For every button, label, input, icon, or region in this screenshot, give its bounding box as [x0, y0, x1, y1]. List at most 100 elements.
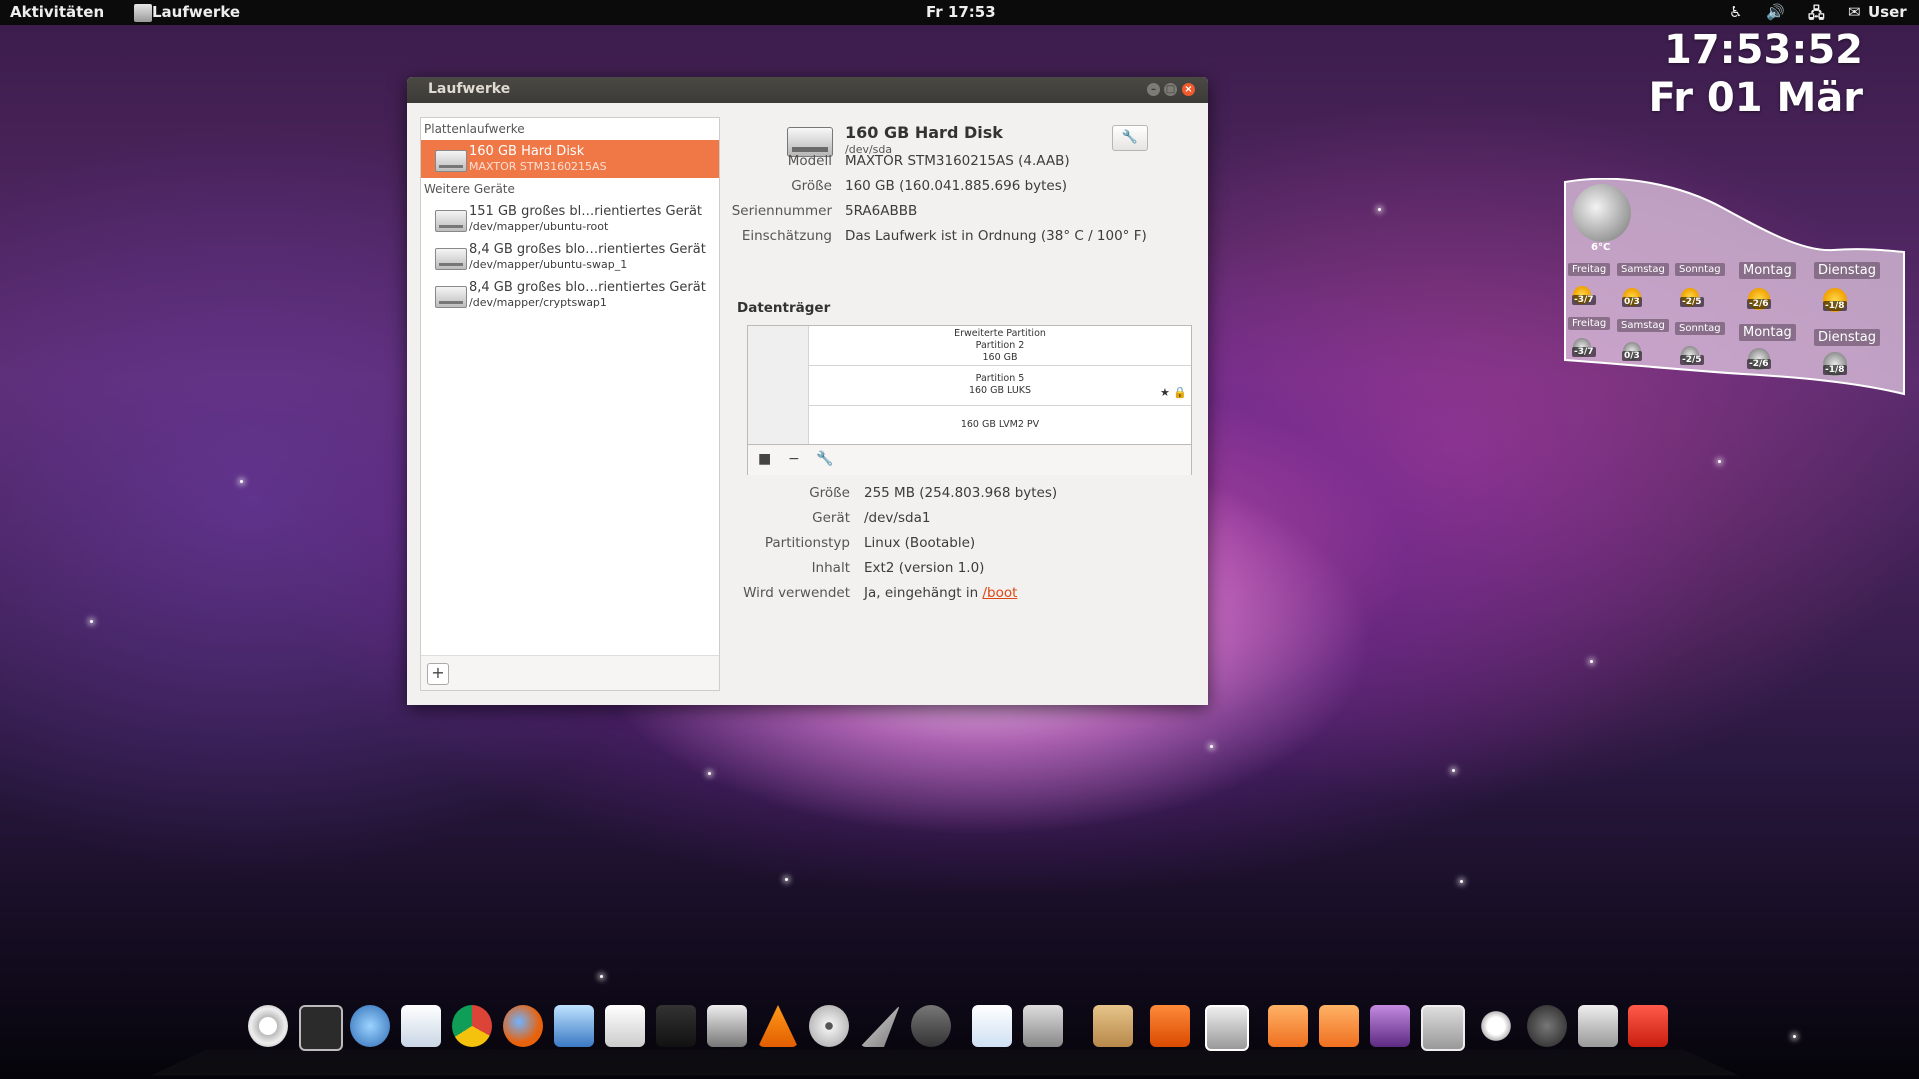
prop-value-serial: 5RA6ABBB [845, 203, 918, 219]
send-icon[interactable] [860, 1005, 900, 1047]
network-icon[interactable]: 🖧 [1808, 3, 1825, 28]
forecast-day: Sonntag [1675, 322, 1725, 335]
window-titlebar[interactable]: Laufwerke – □ × [407, 77, 1208, 103]
software-center-icon[interactable] [1150, 1005, 1190, 1047]
volumes-heading: Datenträger [737, 300, 831, 316]
activities-button[interactable]: Aktivitäten [10, 3, 104, 21]
star [1452, 769, 1455, 772]
drive-list-toolbar: + [421, 655, 719, 690]
app-menu[interactable]: Laufwerke [152, 3, 240, 21]
accessibility-icon[interactable]: ♿ [1729, 3, 1742, 21]
in-use-text: Ja, eingehängt in [864, 585, 983, 601]
disks-app-icon [134, 4, 152, 22]
vlc-icon[interactable] [758, 1005, 798, 1047]
wallpaper-icon[interactable] [1421, 1005, 1465, 1051]
brightness-icon[interactable] [1476, 1005, 1516, 1047]
backup-icon[interactable] [1319, 1005, 1359, 1047]
star [1590, 660, 1593, 663]
drive-settings-button[interactable]: 🔧 [1112, 125, 1148, 151]
partition-extended[interactable]: Erweiterte Partition Partition 2 160 GB [809, 326, 1191, 366]
speaker-icon[interactable] [707, 1005, 747, 1047]
device-name: 8,4 GB großes blo…rientiertes Gerät [469, 280, 706, 295]
forecast-temp: -3/7 [1572, 347, 1596, 357]
prop-value-device: /dev/sda1 [864, 510, 931, 526]
partition-sda1[interactable] [748, 326, 809, 444]
terminal-icon[interactable] [299, 1005, 343, 1051]
forecast-day: Dienstag [1814, 329, 1880, 346]
forecast-temp: -2/5 [1680, 355, 1704, 365]
block-device-icon [435, 210, 467, 232]
harddisk-icon [435, 150, 467, 172]
prop-label-device: Gerät [812, 510, 850, 526]
package-icon[interactable] [1093, 1005, 1133, 1047]
clock-date: Fr 01 Mär [1648, 75, 1863, 121]
thunderbird-icon[interactable] [350, 1005, 390, 1047]
document-icon[interactable] [972, 1005, 1012, 1047]
wrench-icon: 🔧 [1121, 130, 1139, 145]
prop-label-assessment: Einschätzung [741, 228, 832, 244]
device-path: /dev/mapper/ubuntu-swap_1 [469, 258, 628, 271]
wrench-icon[interactable]: 🔧 [816, 451, 833, 467]
trash-icon[interactable] [1578, 1005, 1618, 1047]
weather-widget[interactable]: 6°C Freitag Samstag Sonntag Montag Diens… [1563, 178, 1907, 396]
partition-toolbar: ■ − 🔧 [748, 444, 1191, 475]
device-path: /dev/mapper/ubuntu-root [469, 220, 609, 233]
video-editor-icon[interactable] [656, 1005, 696, 1047]
star [708, 772, 711, 775]
prop-label-part-size: Größe [809, 485, 850, 501]
top-clock[interactable]: Fr 17:53 [926, 3, 996, 21]
mount-point-link[interactable]: /boot [982, 585, 1017, 601]
prop-value-assessment: Das Laufwerk ist in Ordnung (38° C / 100… [845, 228, 1147, 244]
webcam-icon[interactable] [1527, 1005, 1567, 1047]
device-item-ubuntu-root[interactable]: 151 GB großes bl…rientiertes Gerät /dev/… [421, 200, 719, 238]
partition-luks[interactable]: Partition 5 160 GB LUKS ★ 🔒 [809, 366, 1191, 406]
device-item-ubuntu-swap[interactable]: 8,4 GB großes blo…rientiertes Gerät /dev… [421, 238, 719, 276]
close-button[interactable]: × [1182, 83, 1195, 96]
stop-icon[interactable]: ■ [758, 451, 771, 467]
disc-icon[interactable] [809, 1005, 849, 1047]
remove-icon[interactable]: − [788, 451, 800, 467]
calculator-icon[interactable] [1023, 1005, 1063, 1047]
partition-label: Partition 2 [975, 340, 1025, 351]
device-item-cryptswap[interactable]: 8,4 GB großes blo…rientiertes Gerät /dev… [421, 276, 719, 314]
drive-name: 160 GB Hard Disk [469, 144, 585, 159]
drive-item-160gb[interactable]: 160 GB Hard Disk MAXTOR STM3160215AS [421, 140, 719, 178]
prop-value-part-size: 255 MB (254.803.968 bytes) [864, 485, 1058, 501]
harddisk-icon [787, 121, 833, 157]
maximize-button[interactable]: □ [1164, 83, 1177, 96]
files-icon[interactable] [554, 1005, 594, 1047]
lock-icon: ★ 🔒 [1159, 386, 1187, 399]
chat-icon[interactable] [401, 1005, 441, 1047]
partition-map: Erweiterte Partition Partition 2 160 GB … [747, 325, 1192, 475]
window-title: Laufwerke [428, 81, 511, 97]
partition-label: 160 GB LVM2 PV [960, 419, 1040, 430]
partition-lvm[interactable]: 160 GB LVM2 PV [809, 406, 1191, 444]
disks-window: Laufwerke – □ × Plattenlaufwerke 160 GB … [407, 77, 1208, 705]
chrome-icon[interactable] [452, 1005, 492, 1047]
star [1718, 460, 1721, 463]
moon-icon [1573, 184, 1631, 242]
forecast-day: Montag [1739, 262, 1796, 279]
forecast-day: Montag [1739, 324, 1796, 341]
ubuntu-icon[interactable] [248, 1005, 288, 1047]
prop-value-model: MAXTOR STM3160215AS (4.AAB) [845, 153, 1070, 169]
partition-label: Erweiterte Partition [954, 328, 1046, 339]
section-disk-drives: Plattenlaufwerke [424, 122, 525, 136]
user-menu[interactable]: User [1868, 3, 1907, 21]
disk-title: 160 GB Hard Disk [845, 123, 1003, 142]
power-icon[interactable] [1628, 1005, 1668, 1047]
minimize-button[interactable]: – [1147, 83, 1160, 96]
star [600, 975, 603, 978]
prop-value-in-use: Ja, eingehängt in /boot [864, 585, 1017, 601]
add-button[interactable]: + [427, 663, 449, 685]
disks-icon[interactable] [1205, 1005, 1249, 1051]
scanner-icon[interactable] [605, 1005, 645, 1047]
workspace-icon[interactable] [1370, 1005, 1410, 1047]
forecast-temp: 0/3 [1622, 297, 1642, 307]
volume-icon[interactable]: 🔊 [1766, 3, 1785, 21]
home-folder-icon[interactable] [1268, 1005, 1308, 1047]
forecast-temp: -3/7 [1572, 295, 1596, 305]
star [90, 620, 93, 623]
firefox-icon[interactable] [503, 1005, 543, 1047]
gimp-icon[interactable] [911, 1005, 951, 1047]
